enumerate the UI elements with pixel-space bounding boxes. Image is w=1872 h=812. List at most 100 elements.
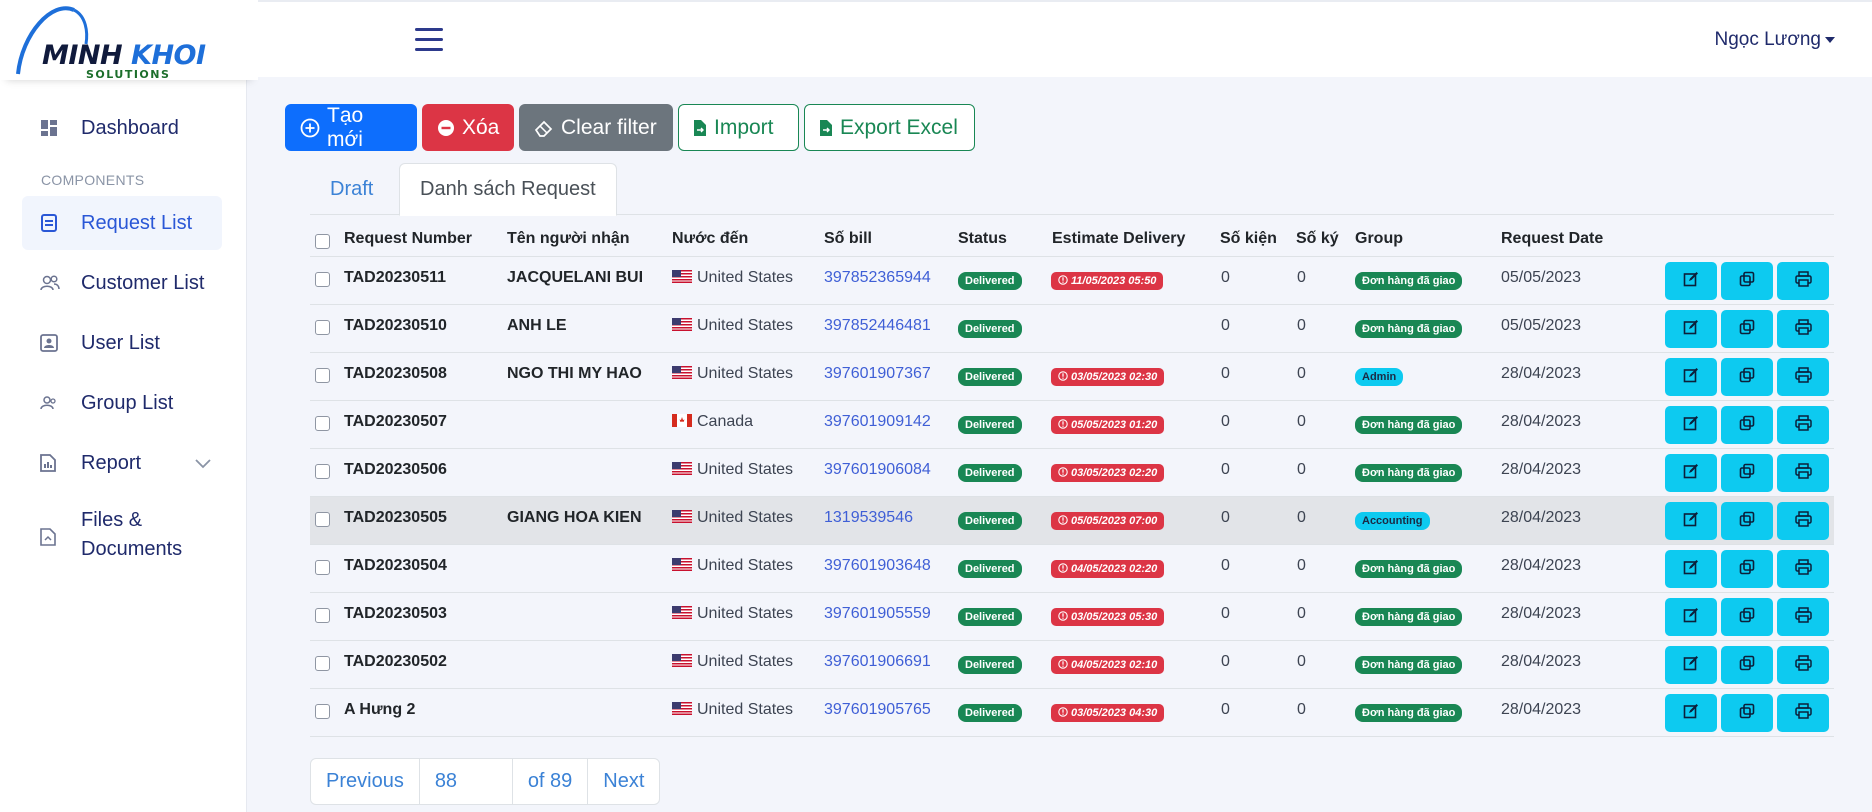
row-checkbox[interactable] (315, 416, 330, 431)
row-checkbox[interactable] (315, 608, 330, 623)
bill-number-link[interactable]: 397852446481 (824, 317, 931, 335)
sidebar-item-report[interactable]: Report (22, 436, 222, 490)
bill-number-link[interactable]: 1319539546 (824, 509, 913, 527)
row-checkbox[interactable] (315, 272, 330, 287)
request-number[interactable]: TAD20230504 (344, 557, 447, 575)
sidebar-item-files-documents[interactable]: Files & Documents (22, 506, 222, 572)
edit-button[interactable] (1665, 310, 1717, 348)
select-all-checkbox[interactable] (315, 234, 330, 249)
header-request-number[interactable]: Request Number (344, 230, 472, 248)
sidebar-item-dashboard[interactable]: Dashboard (22, 101, 222, 155)
sidebar-item-group-list[interactable]: Group List (22, 376, 222, 430)
edit-button[interactable] (1665, 406, 1717, 444)
header-group[interactable]: Group (1355, 230, 1403, 248)
bill-number-link[interactable]: 397852365944 (824, 269, 931, 287)
edit-button[interactable] (1665, 646, 1717, 684)
row-checkbox[interactable] (315, 560, 330, 575)
duplicate-button[interactable] (1721, 262, 1773, 300)
print-button[interactable] (1777, 358, 1829, 396)
export-excel-button[interactable]: Export Excel (804, 104, 975, 151)
request-number[interactable]: TAD20230511 (344, 269, 446, 287)
duplicate-button[interactable] (1721, 358, 1773, 396)
edit-button[interactable] (1665, 358, 1717, 396)
table-row[interactable]: A Hưng 2 United States 397601905765 Deliver… (310, 689, 1834, 737)
page-number-input[interactable] (419, 759, 512, 804)
tab-draft[interactable]: Draft (310, 163, 393, 215)
request-number[interactable]: TAD20230507 (344, 413, 447, 431)
edit-button[interactable] (1665, 550, 1717, 588)
header-bill[interactable]: Số bill (824, 230, 872, 248)
tab-request-list[interactable]: Danh sách Request (399, 163, 617, 216)
print-button[interactable] (1777, 694, 1829, 732)
header-request-date[interactable]: Request Date (1501, 230, 1603, 248)
duplicate-button[interactable] (1721, 550, 1773, 588)
print-button[interactable] (1777, 454, 1829, 492)
row-checkbox[interactable] (315, 656, 330, 671)
header-weight[interactable]: Số ký (1296, 230, 1339, 248)
request-number[interactable]: TAD20230508 (344, 365, 447, 383)
menu-toggle-icon[interactable] (415, 28, 443, 52)
print-button[interactable] (1777, 598, 1829, 636)
print-button[interactable] (1777, 310, 1829, 348)
row-checkbox[interactable] (315, 320, 330, 335)
row-checkbox[interactable] (315, 464, 330, 479)
table-row[interactable]: TAD20230505 GIANG HOA KIEN United States 13… (310, 497, 1834, 545)
duplicate-button[interactable] (1721, 310, 1773, 348)
duplicate-button[interactable] (1721, 502, 1773, 540)
table-row[interactable]: TAD20230504 United States 397601903648 Deli… (310, 545, 1834, 593)
table-row[interactable]: TAD20230506 United States 397601906084 Deli… (310, 449, 1834, 497)
table-row[interactable]: TAD20230510 ANH LE United States 3978524464… (310, 305, 1834, 353)
edit-button[interactable] (1665, 502, 1717, 540)
table-row[interactable]: TAD20230502 United States 397601906691 Deli… (310, 641, 1834, 689)
bill-number-link[interactable]: 397601905559 (824, 605, 931, 623)
duplicate-button[interactable] (1721, 454, 1773, 492)
header-recipient[interactable]: Tên người nhận (507, 230, 630, 248)
request-number[interactable]: TAD20230510 (344, 317, 447, 335)
row-checkbox[interactable] (315, 368, 330, 383)
print-button[interactable] (1777, 550, 1829, 588)
table-row[interactable]: TAD20230503 United States 397601905559 Deli… (310, 593, 1834, 641)
sidebar-item-customer-list[interactable]: Customer List (22, 256, 222, 310)
print-button[interactable] (1777, 502, 1829, 540)
clear-filter-button[interactable]: Clear filter (519, 104, 673, 151)
request-number[interactable]: TAD20230503 (344, 605, 447, 623)
create-button[interactable]: Tạo mới (285, 104, 417, 151)
row-checkbox[interactable] (315, 704, 330, 719)
duplicate-button[interactable] (1721, 646, 1773, 684)
bill-number-link[interactable]: 397601907367 (824, 365, 931, 383)
edit-button[interactable] (1665, 694, 1717, 732)
print-button[interactable] (1777, 262, 1829, 300)
bill-number-link[interactable]: 397601906084 (824, 461, 931, 479)
duplicate-button[interactable] (1721, 406, 1773, 444)
bill-number-link[interactable]: 397601903648 (824, 557, 931, 575)
request-number[interactable]: TAD20230505 (344, 509, 447, 527)
request-number[interactable]: TAD20230502 (344, 653, 447, 671)
import-button[interactable]: Import (678, 104, 799, 151)
edit-button[interactable] (1665, 598, 1717, 636)
row-checkbox[interactable] (315, 512, 330, 527)
bill-number-link[interactable]: 397601905765 (824, 701, 931, 719)
edit-button[interactable] (1665, 262, 1717, 300)
print-button[interactable] (1777, 646, 1829, 684)
header-estimate-delivery[interactable]: Estimate Delivery (1052, 230, 1185, 248)
bill-number-link[interactable]: 397601906691 (824, 653, 931, 671)
sidebar-item-user-list[interactable]: User List (22, 316, 222, 370)
previous-page-button[interactable]: Previous (311, 759, 420, 804)
request-number[interactable]: TAD20230506 (344, 461, 447, 479)
delete-button[interactable]: Xóa (422, 104, 514, 151)
table-row[interactable]: TAD20230507 Canada 397601909142 Delivered 05… (310, 401, 1834, 449)
duplicate-button[interactable] (1721, 598, 1773, 636)
bill-number-link[interactable]: 397601909142 (824, 413, 931, 431)
chevron-down-icon[interactable] (194, 456, 212, 474)
duplicate-button[interactable] (1721, 694, 1773, 732)
header-packages[interactable]: Số kiện (1220, 230, 1277, 248)
user-menu[interactable]: Ngọc Lương (1714, 29, 1835, 51)
edit-button[interactable] (1665, 454, 1717, 492)
brand-logo[interactable]: MINH KHOI SOLUTIONS (0, 0, 258, 81)
print-button[interactable] (1777, 406, 1829, 444)
table-row[interactable]: TAD20230508 NGO THI MY HAO United States 39… (310, 353, 1834, 401)
table-row[interactable]: TAD20230511 JACQUELANI BUI United States 39… (310, 257, 1834, 305)
sidebar-item-request-list[interactable]: Request List (22, 196, 222, 250)
request-number[interactable]: A Hưng 2 (344, 701, 415, 719)
header-destination[interactable]: Nước đến (672, 230, 748, 248)
